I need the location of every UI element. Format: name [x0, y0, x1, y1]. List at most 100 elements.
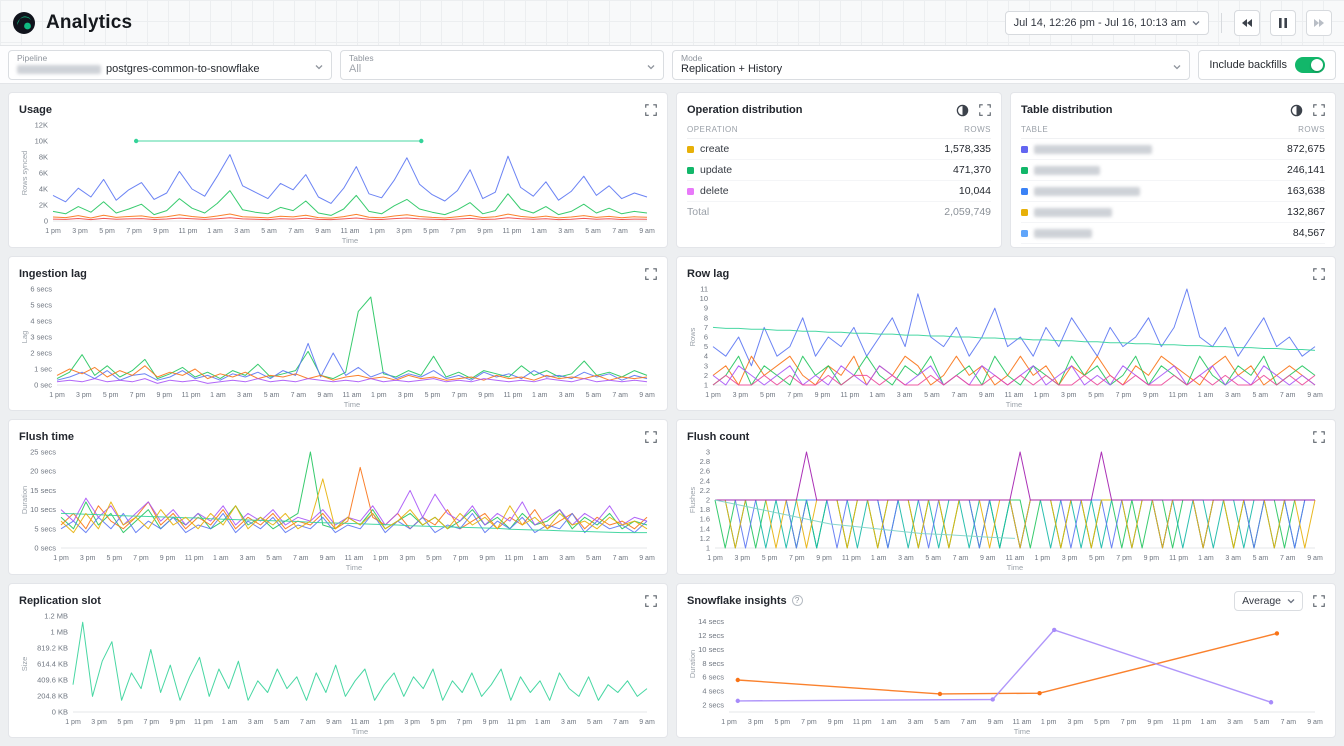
row-value: 10,044: [959, 185, 991, 197]
svg-text:3 am: 3 am: [559, 392, 575, 399]
svg-text:7 pm: 7 pm: [1121, 719, 1137, 726]
svg-text:9 pm: 9 pm: [153, 228, 169, 235]
pipeline-select[interactable]: Pipeline postgres-common-to-snowflake: [8, 50, 332, 80]
expand-icon[interactable]: [1313, 431, 1325, 443]
row-lag-chart[interactable]: 1234567891011Rows1 pm3 pm5 pm7 pm9 pm11 …: [687, 283, 1325, 409]
svg-text:1.8: 1.8: [700, 505, 710, 514]
card-title: Usage: [19, 104, 52, 116]
svg-text:9 pm: 9 pm: [478, 392, 494, 399]
help-icon[interactable]: ?: [792, 595, 803, 606]
replication-slot-card: Replication slot 0 KB204.8 KB409.6 KB614…: [8, 583, 668, 739]
series-color-swatch: [1021, 167, 1028, 174]
svg-text:5 pm: 5 pm: [774, 719, 790, 726]
pipeline-label: Pipeline: [17, 53, 307, 63]
table-row[interactable]: 65,560: [1021, 244, 1325, 245]
svg-text:3 pm: 3 pm: [399, 555, 415, 562]
svg-text:Time: Time: [346, 563, 362, 572]
row-lag-card: Row lag 1234567891011Rows1 pm3 pm5 pm7 p…: [676, 256, 1336, 412]
series-color-swatch: [687, 146, 694, 153]
svg-text:1 am: 1 am: [869, 392, 885, 399]
svg-text:2 secs: 2 secs: [30, 348, 52, 357]
pie-chart-toggle-icon[interactable]: [1290, 104, 1303, 117]
ingestion-lag-chart[interactable]: 0 sec1 sec2 secs3 secs4 secs5 secs6 secs…: [19, 283, 657, 409]
usage-chart[interactable]: 02K4K6K8K10K12KRows synced1 pm3 pm5 pm7 …: [19, 119, 657, 245]
expand-icon[interactable]: [1313, 104, 1325, 116]
rewind-button[interactable]: [1234, 10, 1260, 36]
aggregation-select[interactable]: Average: [1234, 591, 1303, 611]
pie-chart-toggle-icon[interactable]: [956, 104, 969, 117]
table-row[interactable]: 872,675: [1021, 139, 1325, 160]
svg-text:7: 7: [704, 322, 708, 331]
svg-text:9 am: 9 am: [639, 555, 655, 562]
card-title: Replication slot: [19, 595, 101, 607]
svg-text:1 pm: 1 pm: [371, 392, 387, 399]
flush-time-chart[interactable]: 0 secs5 secs10 secs15 secs20 secs25 secs…: [19, 446, 657, 572]
svg-text:9 pm: 9 pm: [477, 228, 493, 235]
svg-text:1 am: 1 am: [535, 719, 551, 726]
usage-card: Usage 02K4K6K8K10K12KRows synced1 pm3 pm…: [8, 92, 668, 248]
expand-icon[interactable]: [1313, 268, 1325, 280]
svg-text:3 pm: 3 pm: [733, 392, 749, 399]
svg-text:11 pm: 11 pm: [185, 555, 204, 562]
svg-text:7 am: 7 am: [612, 392, 628, 399]
svg-text:Duration: Duration: [688, 649, 697, 677]
expand-icon[interactable]: [979, 104, 991, 116]
svg-text:3 pm: 3 pm: [1061, 392, 1077, 399]
svg-text:5 am: 5 am: [274, 719, 290, 726]
table-row[interactable]: delete10,044: [687, 181, 991, 202]
table-row[interactable]: 163,638: [1021, 181, 1325, 202]
svg-text:0 KB: 0 KB: [52, 707, 68, 716]
svg-text:9 am: 9 am: [1307, 555, 1323, 562]
svg-text:11 am: 11 am: [351, 719, 370, 726]
svg-text:5 am: 5 am: [586, 555, 602, 562]
svg-text:5 am: 5 am: [1252, 392, 1268, 399]
svg-text:20 secs: 20 secs: [30, 467, 56, 476]
ingestion-lag-card: Ingestion lag 0 sec1 sec2 secs3 secs4 se…: [8, 256, 668, 412]
filter-bar: Pipeline postgres-common-to-snowflake Ta…: [0, 46, 1344, 84]
card-title: Flush time: [19, 431, 74, 443]
svg-text:10 secs: 10 secs: [30, 505, 56, 514]
date-range-button[interactable]: Jul 14, 12:26 pm - Jul 16, 10:13 am: [1005, 11, 1209, 35]
fast-forward-button[interactable]: [1306, 10, 1332, 36]
expand-icon[interactable]: [645, 431, 657, 443]
expand-icon[interactable]: [1313, 595, 1325, 607]
tables-select[interactable]: Tables All: [340, 50, 664, 80]
flush-count-chart[interactable]: 11.21.41.61.822.22.42.62.83Flushes1 pm3 …: [687, 446, 1325, 572]
row-value: 246,141: [1287, 164, 1325, 176]
svg-text:Rows synced: Rows synced: [20, 151, 29, 196]
column-header: TABLE: [1021, 125, 1048, 134]
pause-button[interactable]: [1270, 10, 1296, 36]
table-row[interactable]: 132,867: [1021, 202, 1325, 223]
svg-text:12K: 12K: [35, 121, 48, 130]
svg-text:5 pm: 5 pm: [117, 719, 133, 726]
table-row[interactable]: create1,578,335: [687, 139, 991, 160]
svg-text:7 pm: 7 pm: [130, 392, 146, 399]
svg-text:5 am: 5 am: [1253, 555, 1269, 562]
mode-select[interactable]: Mode Replication + History: [672, 50, 1190, 80]
table-row[interactable]: update471,370: [687, 160, 991, 181]
svg-text:5 pm: 5 pm: [1089, 555, 1105, 562]
svg-text:2.2: 2.2: [700, 486, 710, 495]
expand-icon[interactable]: [645, 268, 657, 280]
replication-slot-chart[interactable]: 0 KB204.8 KB409.6 KB614.4 KB819.2 KB1 MB…: [19, 610, 657, 736]
svg-text:9 am: 9 am: [639, 228, 655, 235]
table-row[interactable]: 246,141: [1021, 160, 1325, 181]
svg-text:Flushes: Flushes: [688, 487, 697, 514]
svg-text:3 pm: 3 pm: [72, 228, 88, 235]
svg-text:3 pm: 3 pm: [1062, 555, 1078, 562]
snowflake-insights-chart[interactable]: 2 secs4 secs6 secs8 secs10 secs12 secs14…: [687, 610, 1325, 736]
series-color-swatch: [1021, 146, 1028, 153]
include-backfills-toggle[interactable]: [1295, 57, 1325, 73]
svg-text:3 pm: 3 pm: [398, 392, 414, 399]
expand-icon[interactable]: [645, 104, 657, 116]
operation-table: OPERATION ROWS create1,578,335update471,…: [687, 119, 991, 245]
row-value: 1,578,335: [944, 143, 991, 155]
svg-text:9 am: 9 am: [320, 555, 336, 562]
table-row[interactable]: 84,567: [1021, 223, 1325, 244]
svg-text:9 am: 9 am: [1307, 719, 1323, 726]
expand-icon[interactable]: [645, 595, 657, 607]
svg-text:11 pm: 11 pm: [507, 719, 526, 726]
svg-text:1.2 MB: 1.2 MB: [44, 611, 68, 620]
svg-text:3 am: 3 am: [898, 555, 914, 562]
svg-text:1 am: 1 am: [222, 719, 238, 726]
